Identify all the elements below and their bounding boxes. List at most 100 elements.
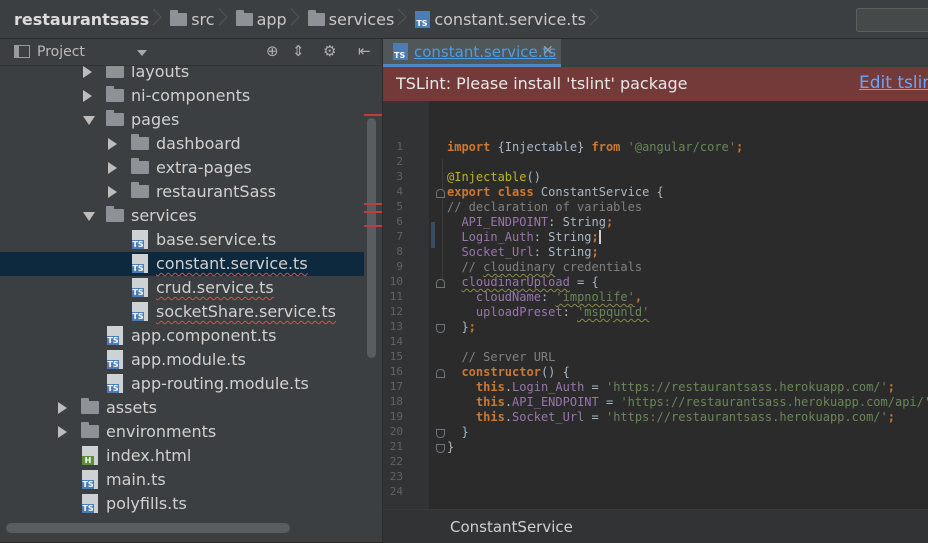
code-token: // Server URL: [447, 350, 556, 364]
fold-marker-icon[interactable]: [436, 324, 445, 333]
project-view-selector[interactable]: Project: [37, 44, 85, 60]
line-number: 2: [396, 155, 403, 168]
current-symbol[interactable]: ConstantService: [450, 518, 573, 536]
code-line: API_ENDPOINT: String;: [447, 215, 613, 230]
hide-icon[interactable]: ⇤: [358, 44, 371, 59]
tree-item[interactable]: restaurantSass: [0, 180, 364, 204]
tree-item[interactable]: dashboard: [0, 132, 364, 156]
navigation-bar: restaurantsass src app services constant…: [0, 0, 928, 39]
code-token: ;: [887, 380, 895, 394]
tree-item[interactable]: app-routing.module.ts: [0, 372, 364, 396]
line-number: 21: [389, 440, 403, 453]
editor-tab-constant-service[interactable]: constant.service.ts ✕: [383, 39, 561, 67]
collapse-icon[interactable]: ⇕: [292, 44, 305, 59]
breadcrumb-item-services[interactable]: services: [300, 0, 399, 38]
tree-item[interactable]: ni-components: [0, 84, 364, 108]
folder-icon: [106, 66, 124, 78]
folder-icon: [131, 158, 149, 174]
code-line: this.Socket_Url = 'https://restaurantsas…: [447, 410, 895, 425]
tslint-notification-bar: TSLint: Please install 'tslint' package …: [383, 67, 928, 101]
tab-label: constant.service.ts: [414, 43, 557, 61]
tree-horizontal-scrollbar[interactable]: [6, 523, 290, 533]
breadcrumb-item-file[interactable]: constant.service.ts: [407, 0, 590, 38]
code-token: this: [475, 395, 505, 409]
folder-icon: [81, 398, 99, 414]
line-number: 13: [389, 320, 403, 333]
line-number: 6: [396, 215, 403, 228]
fold-marker-icon[interactable]: [436, 429, 445, 438]
run-config-selector[interactable]: [856, 8, 928, 32]
gear-icon[interactable]: ⚙: [323, 44, 336, 59]
close-icon[interactable]: ✕: [542, 43, 554, 59]
edit-tslint-link[interactable]: Edit tslint: [859, 73, 928, 93]
line-number-gutter: 1 2 3 4 5 6 7 8 9 10 11 12 13 14 15 16 17 18 19 20 21 22 23 24: [383, 101, 429, 509]
indent-guide: [442, 159, 443, 279]
error-marker: [364, 225, 382, 227]
line-number: 8: [396, 245, 403, 258]
tree-item[interactable]: environments: [0, 420, 364, 444]
code-token: }: [447, 425, 469, 439]
chevron-down-icon[interactable]: [83, 212, 95, 221]
project-panel-header: Project ⊕ ⇕ ⚙ ⇤: [0, 39, 382, 66]
tslint-message: TSLint: Please install 'tslint' package: [396, 74, 688, 93]
breadcrumb-item-src[interactable]: src: [162, 0, 218, 38]
line-number: 5: [396, 200, 403, 213]
fold-marker-icon[interactable]: [436, 444, 445, 453]
code-token: import: [447, 140, 498, 154]
chevron-down-icon[interactable]: [137, 50, 147, 56]
tree-item[interactable]: base.service.ts: [0, 228, 364, 252]
chevron-right-icon[interactable]: [83, 90, 92, 102]
chevron-right-icon[interactable]: [108, 186, 117, 198]
tree-item[interactable]: services: [0, 204, 364, 228]
chevron-right-icon[interactable]: [58, 402, 67, 414]
code-token: =: [598, 395, 621, 409]
breadcrumb-separator: [398, 0, 407, 38]
chevron-right-icon[interactable]: [58, 426, 67, 438]
tree-item[interactable]: pages: [0, 108, 364, 132]
code-token: this: [475, 380, 505, 394]
chevron-right-icon[interactable]: [108, 138, 117, 150]
code-token: .: [504, 410, 513, 424]
line-number: 16: [389, 365, 403, 378]
code-line: Login_Auth: String;: [447, 230, 601, 245]
breadcrumb-item-project[interactable]: restaurantsass: [0, 0, 153, 38]
tree-item[interactable]: extra-pages: [0, 156, 364, 180]
tree-item[interactable]: polyfills.ts: [0, 492, 364, 516]
chevron-right-icon[interactable]: [108, 162, 117, 174]
tree-item[interactable]: constant.service.ts: [0, 252, 364, 276]
line-number: 24: [389, 485, 403, 498]
folder-icon: [131, 182, 149, 198]
breadcrumb-item-app[interactable]: app: [228, 0, 291, 38]
tree-item[interactable]: socketShare.service.ts: [0, 300, 364, 324]
code-token: ;: [887, 410, 895, 424]
code-token: Socket_Url: [461, 245, 534, 259]
code-token: 'https://restaurantsass.herokuapp.com/': [605, 380, 888, 394]
fold-marker-icon[interactable]: [436, 279, 445, 288]
tree-item[interactable]: main.ts: [0, 468, 364, 492]
line-number: 10: [389, 275, 403, 288]
chevron-down-icon[interactable]: [83, 116, 95, 125]
code-token: Login_Auth: [461, 230, 534, 244]
project-tree: layouts ni-components pages dashboard extra-…: [0, 66, 382, 518]
typescript-file-icon: [107, 326, 123, 345]
tree-item[interactable]: index.html: [0, 444, 364, 468]
tree-item[interactable]: crud.service.ts: [0, 276, 364, 300]
tree-item[interactable]: app.component.ts: [0, 324, 364, 348]
tree-item[interactable]: layouts: [0, 66, 364, 84]
tree-item[interactable]: assets: [0, 396, 364, 420]
tree-vertical-scrollbar[interactable]: [367, 118, 376, 358]
code-token: ;: [468, 320, 476, 334]
crosshair-icon[interactable]: ⊕: [266, 44, 279, 59]
tree-item[interactable]: app.module.ts: [0, 348, 364, 372]
tree-item-label: pages: [131, 110, 180, 129]
code-token: (): [526, 170, 541, 184]
code-token: API_ENDPOINT: [512, 395, 599, 409]
code-token: ;: [591, 245, 599, 259]
code-line: constructor() {: [447, 365, 569, 380]
tree-item-label: crud.service.ts: [156, 278, 274, 297]
fold-marker-icon[interactable]: [436, 369, 445, 378]
chevron-right-icon[interactable]: [83, 66, 92, 78]
fold-marker-icon[interactable]: [436, 189, 445, 198]
